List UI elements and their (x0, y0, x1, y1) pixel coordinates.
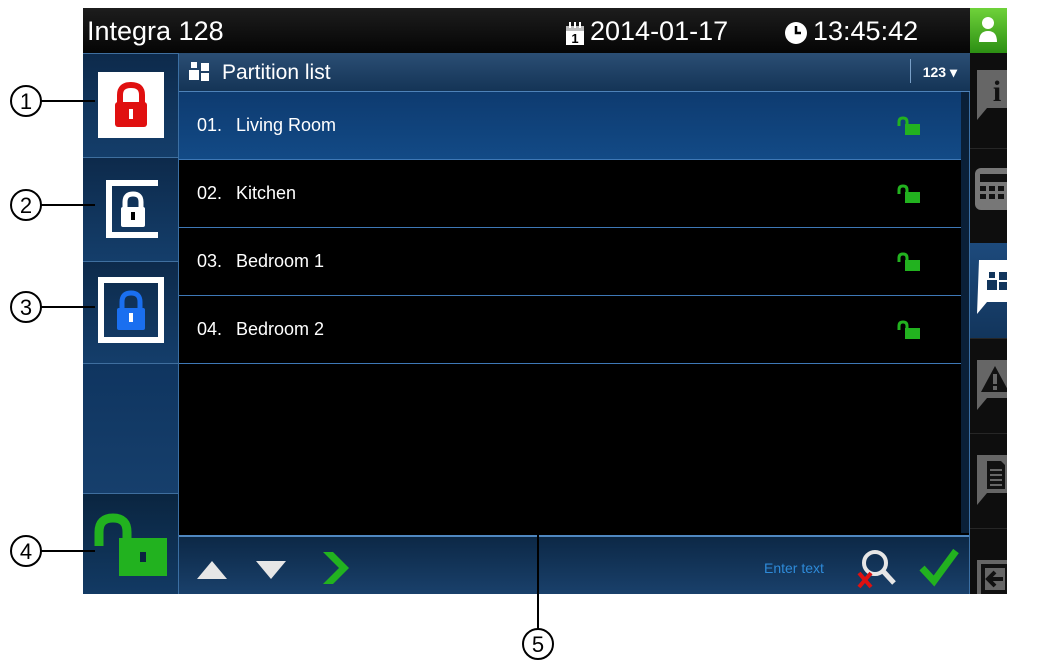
partition-name: Bedroom 2 (236, 319, 325, 339)
partition-name: Living Room (236, 115, 337, 135)
callout-5: 5 (522, 628, 554, 660)
user-button[interactable] (970, 8, 1007, 53)
date-display: 2014-01-17 (590, 16, 729, 46)
tab-info[interactable]: i (970, 53, 1007, 149)
tab-partitions[interactable] (970, 243, 1007, 339)
time-display: 13:45:42 (813, 16, 919, 46)
search-text-field[interactable]: Enter text (764, 560, 824, 576)
alarm-icon (977, 360, 1007, 410)
confirm-check-button[interactable] (919, 547, 959, 587)
left-panel-spacer (83, 363, 178, 494)
list-scrollbar[interactable] (961, 92, 969, 533)
partition-number: 04. (197, 319, 223, 339)
tab-keypad[interactable] (970, 148, 1007, 244)
lock-open-green-icon (94, 513, 167, 576)
sort-order-button[interactable]: 123 ▾ (923, 64, 957, 81)
status-bar: Integra 128 1 2014-01-17 13:45:42 (83, 8, 970, 53)
list-title: Partition list (222, 61, 331, 84)
callout-1: 1 (10, 85, 42, 117)
keypad-screen: Integra 128 1 2014-01-17 13:45:42 Partit… (83, 8, 1007, 594)
lock-closed-white-icon (106, 180, 158, 238)
full-arm-button[interactable] (83, 53, 178, 158)
partition-number: 01. (197, 115, 223, 135)
tab-alarms[interactable] (970, 338, 1007, 434)
callout-line-2 (40, 204, 95, 206)
partitions-icon (189, 62, 209, 81)
callout-line-4 (40, 550, 95, 552)
tab-event-log[interactable] (970, 433, 1007, 529)
unlocked-icon (897, 320, 920, 339)
partition-name: Kitchen (236, 183, 297, 203)
tab-exit[interactable] (970, 528, 1007, 594)
svg-text:i: i (993, 75, 1001, 108)
callout-line-1 (40, 100, 95, 102)
night-arm-button[interactable] (83, 157, 178, 262)
app-title: Integra 128 (87, 16, 224, 46)
unlocked-icon (897, 116, 920, 135)
callout-line-3 (40, 306, 95, 308)
info-icon: i (977, 70, 1007, 120)
user-icon (979, 17, 997, 42)
scroll-up-button[interactable] (195, 557, 229, 583)
next-arrow-button[interactable] (319, 550, 351, 586)
unlocked-icon (897, 252, 920, 271)
list-header: Partition list 123 ▾ (179, 53, 971, 92)
list-item[interactable]: 01. Living Room (179, 92, 961, 160)
header-divider (910, 59, 911, 83)
keypad-icon (975, 168, 1007, 210)
disarm-button[interactable] (83, 493, 178, 594)
list-item[interactable]: 03. Bedroom 1 (179, 228, 961, 296)
partitions-icon (977, 260, 1007, 314)
svg-text:1: 1 (571, 31, 578, 46)
calendar-icon: 1 (566, 22, 584, 46)
arming-panel (83, 53, 178, 594)
menu-sidebar: i (970, 53, 1007, 594)
partition-number: 03. (197, 251, 223, 271)
log-icon (977, 455, 1007, 505)
clear-search-button[interactable] (853, 545, 897, 589)
day-arm-button[interactable] (83, 261, 178, 364)
partition-number: 02. (197, 183, 223, 203)
callout-2: 2 (10, 189, 42, 221)
partition-name: Bedroom 1 (236, 251, 325, 271)
lock-closed-blue-icon (98, 277, 164, 343)
callout-line-5 (537, 462, 539, 630)
partition-list-panel: Partition list 123 ▾ 01. Living Room 02.… (178, 53, 971, 594)
callout-4: 4 (10, 535, 42, 567)
callout-3: 3 (10, 291, 42, 323)
exit-icon (977, 560, 1007, 594)
list-item[interactable]: 02. Kitchen (179, 160, 961, 228)
list-toolbar: Enter text (179, 535, 969, 594)
clock-icon (785, 22, 807, 44)
unlocked-icon (897, 184, 920, 203)
scroll-down-button[interactable] (254, 557, 288, 583)
lock-closed-red-icon (98, 72, 164, 138)
list-item[interactable]: 04. Bedroom 2 (179, 296, 961, 364)
